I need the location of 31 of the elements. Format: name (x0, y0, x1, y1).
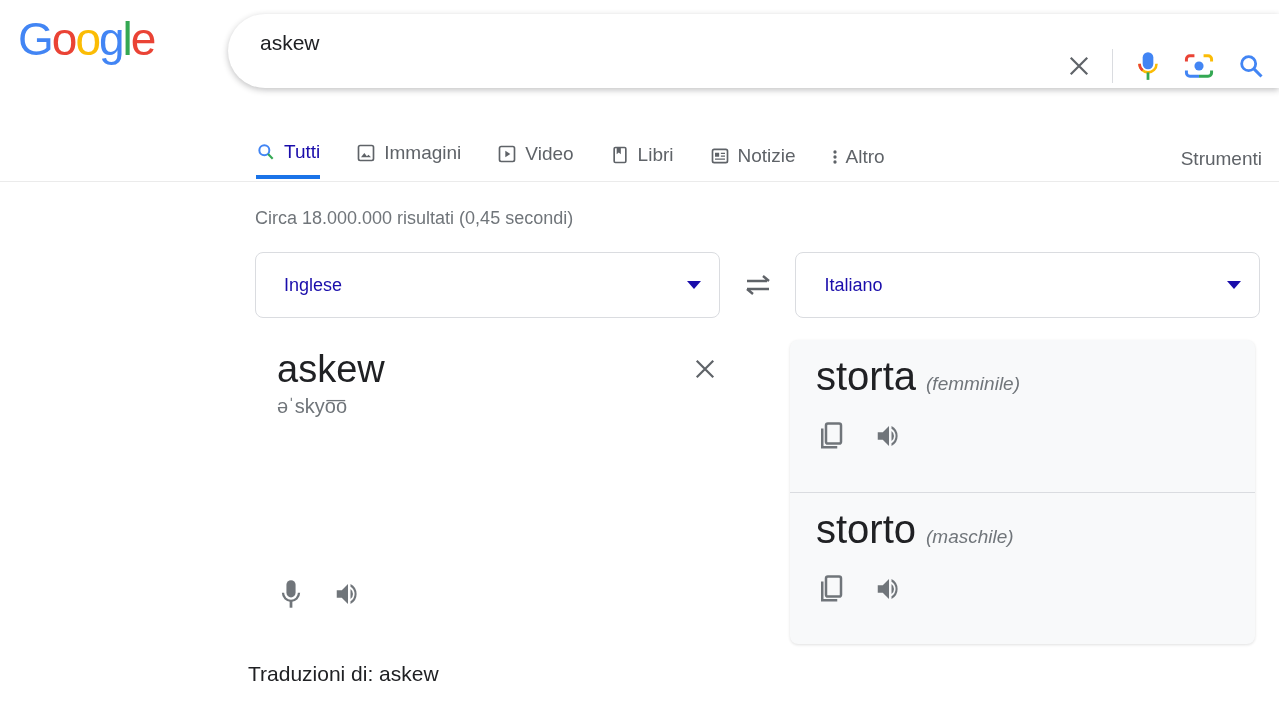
play-icon (497, 144, 518, 164)
nav-tab[interactable]: Video (497, 143, 574, 181)
close-icon[interactable] (1068, 55, 1090, 77)
gender-label: (maschile) (926, 526, 1014, 547)
search-icon[interactable] (1237, 52, 1265, 80)
result-stats: Circa 18.000.000 risultati (0,45 secondi) (255, 208, 575, 230)
language-dropdown[interactable]: Italiano (795, 252, 1260, 318)
dropdown-caret-icon (1227, 281, 1241, 289)
nav-tab[interactable]: Immagini (356, 142, 462, 180)
nav-tab[interactable]: Notizie (709, 145, 796, 183)
translated-word: storta (816, 354, 917, 398)
camera-icon[interactable] (1183, 52, 1215, 80)
nav-tab[interactable]: Tutti (256, 141, 321, 179)
gender-label: (femminile) (926, 373, 1020, 394)
search-icon (256, 142, 276, 162)
translated-word: storto (816, 507, 917, 551)
search-query: askew (260, 31, 321, 55)
tools-button[interactable]: Strumenti (1180, 148, 1262, 186)
translations-heading: Traduzioni di: askew (248, 662, 440, 686)
dropdown-caret-icon (686, 281, 701, 289)
image-icon (356, 143, 377, 163)
nav-tab[interactable]: Libri (609, 144, 674, 182)
search-field[interactable]: askew (228, 14, 1279, 88)
nav-tab[interactable]: Altro (831, 146, 885, 184)
language-dropdown[interactable]: Inglese (255, 252, 720, 318)
close-icon[interactable] (694, 358, 716, 380)
news-icon (709, 146, 730, 166)
microphone-icon[interactable] (1135, 50, 1161, 82)
source-word: askew (277, 348, 385, 391)
pronunciation: əˈskyo͞o (277, 395, 348, 418)
google-logo[interactable]: Google (0, 12, 228, 66)
